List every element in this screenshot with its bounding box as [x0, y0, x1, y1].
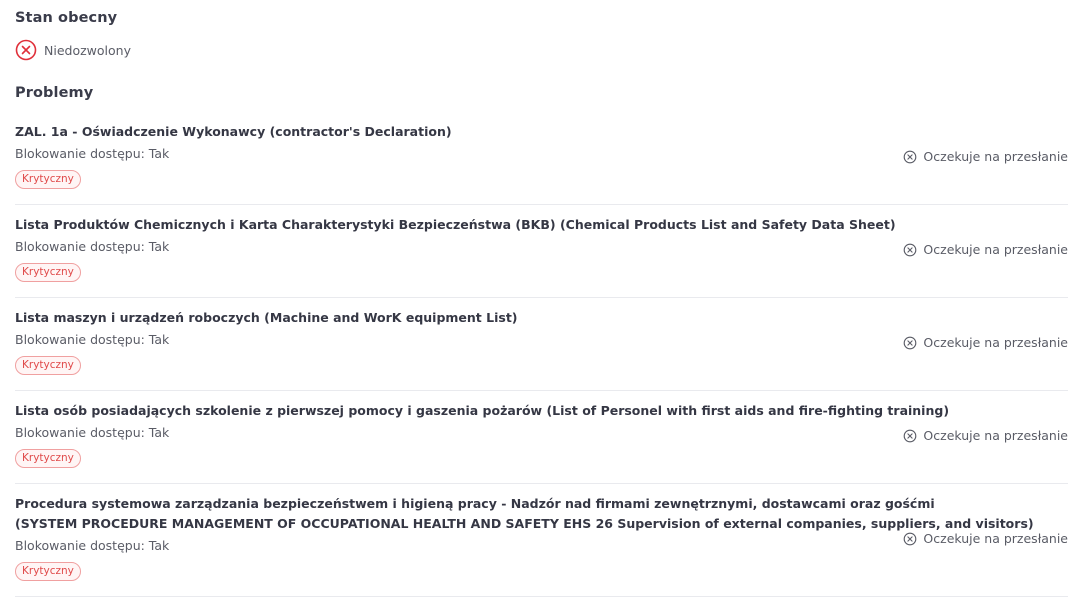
problems-list: ZAL. 1a - Oświadczenie Wykonawcy (contra…	[15, 112, 1068, 597]
status-label: Oczekuje na przesłanie	[923, 335, 1068, 350]
problem-title: Lista Produktów Chemicznych i Karta Char…	[15, 215, 1068, 235]
status-pending: Oczekuje na przesłanie	[903, 428, 1068, 443]
critical-badge: Krytyczny	[15, 263, 81, 282]
problem-item: Lista Produktów Chemicznych i Karta Char…	[15, 205, 1068, 298]
status-pending: Oczekuje na przesłanie	[903, 531, 1068, 546]
x-circle-small-icon	[903, 150, 917, 164]
status-pending: Oczekuje na przesłanie	[903, 335, 1068, 350]
current-state-title: Stan obecny	[15, 10, 118, 26]
problem-title-line: ZAL. 1a - Oświadczenie Wykonawcy (contra…	[15, 124, 452, 139]
problems-title: Problemy	[15, 85, 94, 101]
status-label: Oczekuje na przesłanie	[923, 149, 1068, 164]
problem-title-line: Lista Produktów Chemicznych i Karta Char…	[15, 217, 896, 232]
problem-title-line: Lista maszyn i urządzeń roboczych (Machi…	[15, 310, 518, 325]
problem-title: Procedura systemowa zarządzania bezpiecz…	[15, 494, 1068, 534]
status-pending: Oczekuje na przesłanie	[903, 242, 1068, 257]
problem-title: Lista maszyn i urządzeń roboczych (Machi…	[15, 308, 1068, 328]
status-pending: Oczekuje na przesłanie	[903, 149, 1068, 164]
x-circle-small-icon	[903, 429, 917, 443]
x-circle-icon	[15, 39, 37, 61]
critical-badge: Krytyczny	[15, 562, 81, 581]
status-label: Oczekuje na przesłanie	[923, 242, 1068, 257]
problem-title-line: (SYSTEM PROCEDURE MANAGEMENT OF OCCUPATI…	[15, 516, 1034, 531]
x-circle-small-icon	[903, 336, 917, 350]
x-circle-small-icon	[903, 243, 917, 257]
current-state-value: Niedozwolony	[44, 42, 131, 58]
problem-item: Lista maszyn i urządzeń roboczych (Machi…	[15, 298, 1068, 391]
status-label: Oczekuje na przesłanie	[923, 428, 1068, 443]
current-state-row: Niedozwolony	[15, 39, 131, 61]
problem-title: Lista osób posiadających szkolenie z pie…	[15, 401, 1068, 421]
page: Stan obecny Niedozwolony Problemy ZAL. 1…	[0, 0, 1087, 598]
x-circle-small-icon	[903, 532, 917, 546]
problem-title-line: Lista osób posiadających szkolenie z pie…	[15, 403, 950, 418]
critical-badge: Krytyczny	[15, 449, 81, 468]
problem-title: ZAL. 1a - Oświadczenie Wykonawcy (contra…	[15, 122, 1068, 142]
problem-item: ZAL. 1a - Oświadczenie Wykonawcy (contra…	[15, 112, 1068, 205]
problem-item: Procedura systemowa zarządzania bezpiecz…	[15, 484, 1068, 597]
problem-title-line: Procedura systemowa zarządzania bezpiecz…	[15, 496, 935, 511]
critical-badge: Krytyczny	[15, 170, 81, 189]
critical-badge: Krytyczny	[15, 356, 81, 375]
status-label: Oczekuje na przesłanie	[923, 531, 1068, 546]
problem-item: Lista osób posiadających szkolenie z pie…	[15, 391, 1068, 484]
